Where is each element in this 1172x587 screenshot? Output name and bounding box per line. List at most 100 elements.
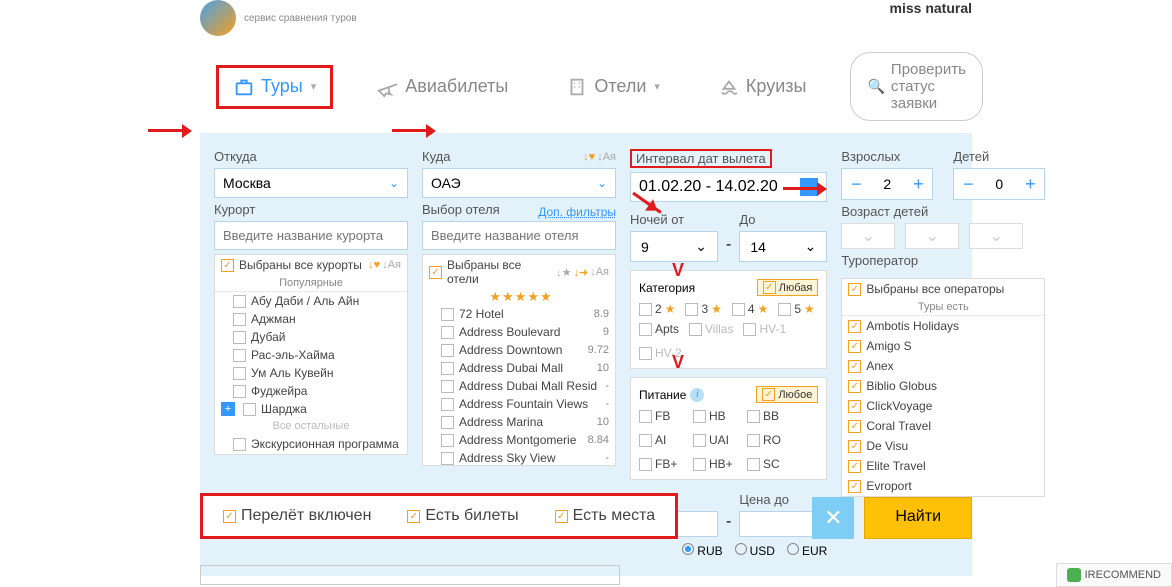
resort-checkbox[interactable] bbox=[233, 295, 246, 308]
logo[interactable]: сервис сравнения туров bbox=[200, 0, 357, 36]
hotel-item[interactable]: Address Downtown9.72 bbox=[423, 341, 615, 359]
nav-flights[interactable]: Авиабилеты bbox=[363, 68, 522, 106]
has-tickets-checkbox[interactable] bbox=[407, 510, 420, 523]
any-category-checkbox[interactable] bbox=[763, 281, 776, 294]
hotel-item[interactable]: Address Boulevard9 bbox=[423, 323, 615, 341]
hotel-checkbox[interactable] bbox=[441, 434, 454, 447]
resort-item[interactable]: +Шарджа bbox=[215, 400, 407, 418]
hotel-checkbox[interactable] bbox=[441, 326, 454, 339]
resort-item[interactable]: Аджман bbox=[215, 310, 407, 328]
resort-item[interactable]: Дубай bbox=[215, 328, 407, 346]
meal-option[interactable]: UAI bbox=[693, 433, 737, 447]
star-option[interactable]: 5★ bbox=[778, 302, 814, 316]
operator-checkbox[interactable] bbox=[848, 420, 861, 433]
currency-option[interactable]: USD bbox=[735, 543, 775, 558]
sort-alpha-icon[interactable]: ↓Ая bbox=[382, 259, 401, 271]
sort-alpha-icon[interactable]: ↓Ая bbox=[597, 151, 616, 163]
nav-tours[interactable]: Туры▾ bbox=[216, 65, 333, 109]
nav-hotels[interactable]: Отели▾ bbox=[552, 68, 674, 106]
hotel-checkbox[interactable] bbox=[441, 344, 454, 357]
hotel-item[interactable]: Address Marina10 bbox=[423, 413, 615, 431]
sort-icon[interactable]: ↓♥ bbox=[583, 151, 595, 163]
footer-input[interactable] bbox=[200, 565, 620, 585]
star-option[interactable]: 3★ bbox=[685, 302, 721, 316]
meal-checkbox[interactable] bbox=[639, 410, 652, 423]
operator-checkbox[interactable] bbox=[848, 340, 861, 353]
operator-item[interactable]: Coral Travel bbox=[842, 416, 1044, 436]
operator-item[interactable]: Anex bbox=[842, 356, 1044, 376]
sort-down-icon[interactable]: ↓➜ bbox=[573, 266, 588, 279]
meal-option[interactable]: SC bbox=[747, 457, 791, 471]
star-checkbox[interactable] bbox=[732, 303, 745, 316]
hotel-checkbox[interactable] bbox=[441, 380, 454, 393]
operator-item[interactable]: Evroport bbox=[842, 476, 1044, 496]
adults-minus-button[interactable]: − bbox=[842, 169, 870, 199]
operator-checkbox[interactable] bbox=[848, 440, 861, 453]
resort-checkbox[interactable] bbox=[233, 349, 246, 362]
resort-item[interactable]: Абу Даби / Аль Айн bbox=[215, 292, 407, 310]
star-option[interactable]: 2★ bbox=[639, 302, 675, 316]
type-checkbox[interactable] bbox=[689, 323, 702, 336]
resort-checkbox[interactable] bbox=[233, 385, 246, 398]
username[interactable]: miss natural bbox=[890, 0, 972, 16]
from-select[interactable]: Москва⌄ bbox=[214, 168, 408, 198]
meal-checkbox[interactable] bbox=[693, 434, 706, 447]
meal-option[interactable]: FB bbox=[639, 409, 683, 423]
meal-option[interactable]: HB bbox=[693, 409, 737, 423]
operator-item[interactable]: ClickVoyage bbox=[842, 396, 1044, 416]
resort-item[interactable]: Рас-эль-Хайма bbox=[215, 346, 407, 364]
hotel-checkbox[interactable] bbox=[441, 308, 454, 321]
resort-input[interactable] bbox=[214, 221, 408, 250]
type-checkbox[interactable] bbox=[743, 323, 756, 336]
resort-checkbox[interactable] bbox=[243, 403, 256, 416]
hotel-item[interactable]: 72 Hotel8.9 bbox=[423, 305, 615, 323]
operator-checkbox[interactable] bbox=[848, 400, 861, 413]
all-hotels-checkbox[interactable] bbox=[429, 266, 442, 279]
hotel-input[interactable] bbox=[422, 221, 616, 250]
star-checkbox[interactable] bbox=[778, 303, 791, 316]
hotel-checkbox[interactable] bbox=[441, 398, 454, 411]
meal-option[interactable]: AI bbox=[639, 433, 683, 447]
type-checkbox[interactable] bbox=[639, 347, 652, 360]
meal-checkbox[interactable] bbox=[639, 434, 652, 447]
child-age-select-3[interactable]: ⌄ bbox=[969, 223, 1023, 249]
operator-checkbox[interactable] bbox=[848, 320, 861, 333]
meal-option[interactable]: HB+ bbox=[693, 457, 737, 471]
find-button[interactable]: Найти bbox=[864, 497, 972, 539]
info-icon[interactable]: i bbox=[690, 388, 704, 402]
sort-icon[interactable]: ↓♥ bbox=[368, 259, 380, 271]
type-checkbox[interactable] bbox=[639, 323, 652, 336]
nights-to-select[interactable]: 14⌄ bbox=[739, 231, 827, 262]
flight-included-checkbox[interactable] bbox=[223, 510, 236, 523]
meal-checkbox[interactable] bbox=[747, 434, 760, 447]
meal-checkbox[interactable] bbox=[693, 410, 706, 423]
expand-button[interactable]: + bbox=[221, 402, 235, 416]
operator-checkbox[interactable] bbox=[848, 480, 861, 493]
nights-from-select[interactable]: 9⌄ bbox=[630, 231, 718, 262]
star-checkbox[interactable] bbox=[685, 303, 698, 316]
hotel-item[interactable]: Address Fountain Views- bbox=[423, 395, 615, 413]
to-select[interactable]: ОАЭ⌄ bbox=[422, 168, 616, 198]
operator-checkbox[interactable] bbox=[848, 360, 861, 373]
operator-item[interactable]: De Visu bbox=[842, 436, 1044, 456]
operator-checkbox[interactable] bbox=[848, 460, 861, 473]
operator-item[interactable]: Ambotis Holidays bbox=[842, 316, 1044, 336]
adults-plus-button[interactable]: + bbox=[904, 169, 932, 199]
hotel-checkbox[interactable] bbox=[441, 362, 454, 375]
any-meals-checkbox[interactable] bbox=[762, 388, 775, 401]
resort-item[interactable]: Фуджейра bbox=[215, 382, 407, 400]
hotel-item[interactable]: Address Montgomerie8.84 bbox=[423, 431, 615, 449]
excursion-checkbox[interactable] bbox=[233, 438, 246, 451]
operator-checkbox[interactable] bbox=[848, 380, 861, 393]
close-button[interactable]: ✕ bbox=[812, 497, 854, 539]
currency-option[interactable]: EUR bbox=[787, 543, 827, 558]
type-option[interactable]: Apts bbox=[639, 322, 679, 336]
hotel-checkbox[interactable] bbox=[441, 416, 454, 429]
all-operators-checkbox[interactable] bbox=[848, 283, 861, 296]
check-status-button[interactable]: 🔍 Проверить статус заявки bbox=[850, 52, 982, 121]
operator-item[interactable]: Biblio Globus bbox=[842, 376, 1044, 396]
star-option[interactable]: 4★ bbox=[732, 302, 768, 316]
resort-item[interactable]: Ум Аль Кувейн bbox=[215, 364, 407, 382]
child-age-select-2[interactable]: ⌄ bbox=[905, 223, 959, 249]
meal-option[interactable]: RO bbox=[747, 433, 791, 447]
